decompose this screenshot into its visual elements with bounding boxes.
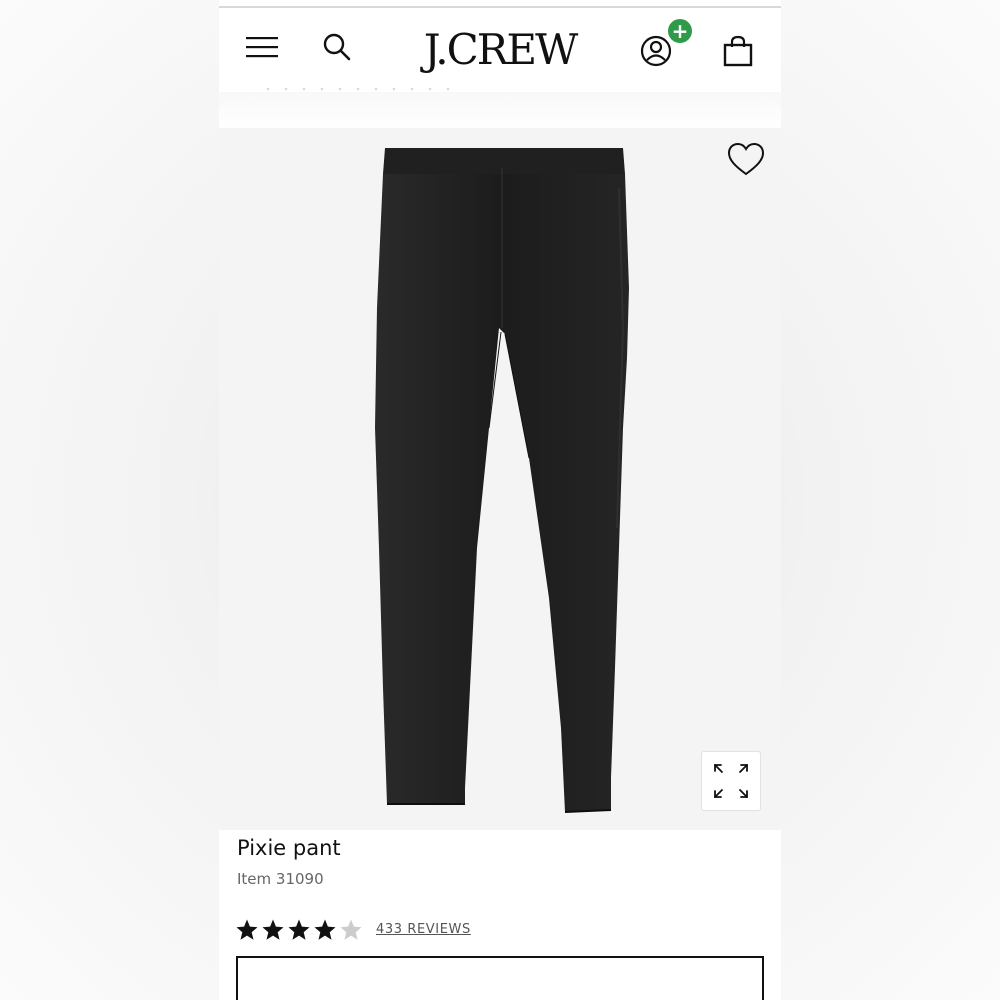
- expand-button[interactable]: [701, 751, 761, 811]
- product-image-area[interactable]: [219, 128, 781, 830]
- star-empty-icon: [340, 919, 362, 940]
- site-header: J.CREW +: [219, 8, 781, 92]
- faint-breadcrumb-dots: [259, 86, 459, 92]
- hamburger-menu-icon[interactable]: [243, 28, 281, 66]
- heart-icon[interactable]: [727, 142, 765, 178]
- star-filled-icon: [236, 919, 258, 940]
- account-plus-badge[interactable]: +: [668, 19, 692, 43]
- mobile-page: J.CREW + Pixie pant Item 31090 433 REVIE…: [219, 0, 781, 1000]
- search-icon[interactable]: [319, 28, 355, 66]
- star-filled-icon: [288, 919, 310, 940]
- size-select-box[interactable]: [236, 956, 764, 1000]
- header-spacer: [219, 92, 781, 128]
- jcrew-logo[interactable]: J.CREW: [400, 22, 600, 78]
- star-filled-icon: [314, 919, 336, 940]
- star-filled-icon: [262, 919, 284, 940]
- item-number: Item 31090: [237, 870, 324, 888]
- product-title: Pixie pant: [237, 836, 341, 860]
- shopping-bag-icon[interactable]: [719, 32, 757, 70]
- black-pants-image: [375, 148, 629, 813]
- rating-stars[interactable]: [235, 915, 365, 945]
- expand-icon: [714, 764, 748, 798]
- reviews-link[interactable]: 433 REVIEWS: [376, 922, 471, 937]
